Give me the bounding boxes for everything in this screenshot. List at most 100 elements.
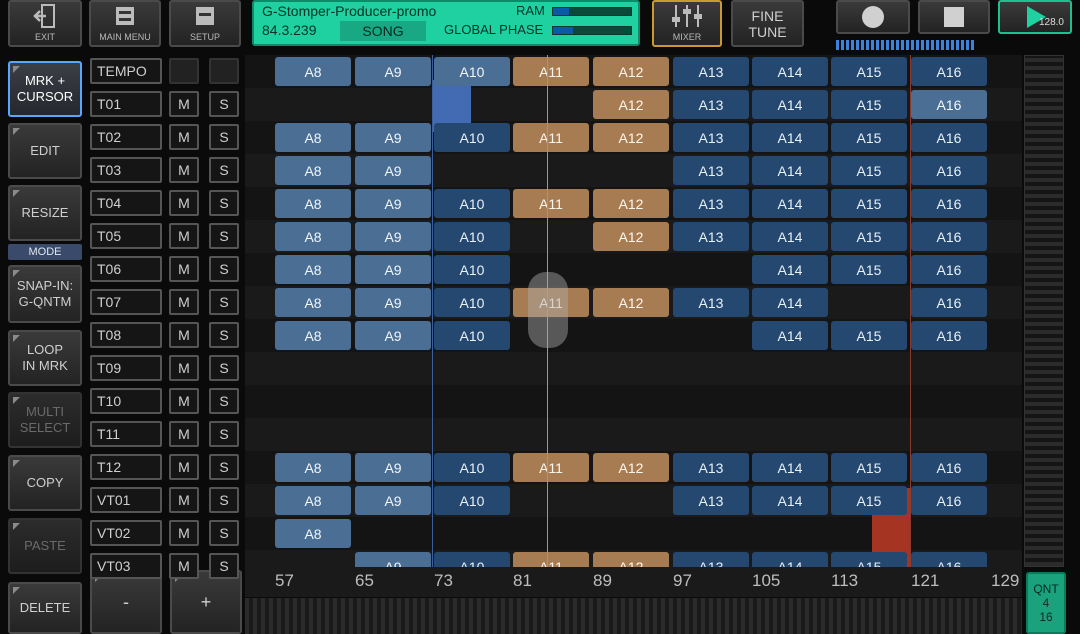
pattern-clip[interactable]: A10 [434,123,510,152]
pattern-clip[interactable]: A9 [355,156,431,185]
pattern-clip[interactable]: A10 [434,288,510,317]
pattern-clip[interactable]: A12 [593,288,669,317]
horizontal-scrollbar[interactable] [245,598,1022,634]
pattern-clip[interactable]: A14 [752,486,828,515]
pattern-clip[interactable]: A11 [513,189,589,218]
pattern-clip[interactable]: A14 [752,123,828,152]
multi-select-button[interactable]: MULTI SELECT [8,392,82,448]
track-label[interactable]: T06 [90,256,162,282]
pattern-clip[interactable]: A9 [355,255,431,284]
track-label[interactable]: VT03 [90,553,162,579]
pattern-clip[interactable]: A13 [673,123,749,152]
pattern-clip[interactable]: A12 [593,57,669,86]
pattern-clip[interactable]: A15 [831,486,907,515]
mute-button[interactable]: M [169,421,199,447]
pattern-clip[interactable]: A8 [275,222,351,251]
pattern-clip[interactable]: A10 [434,321,510,350]
setup-button[interactable]: SETUP [169,0,241,47]
pattern-clip[interactable]: A16 [911,156,987,185]
pattern-clip[interactable]: A8 [275,453,351,482]
pattern-clip[interactable]: A16 [911,222,987,251]
paste-button[interactable]: PASTE [8,518,82,574]
play-button[interactable]: 128.0 [998,0,1072,34]
solo-button[interactable]: S [209,289,239,315]
pattern-clip[interactable]: A15 [831,123,907,152]
mute-button[interactable]: M [169,553,199,579]
track-label[interactable]: T02 [90,124,162,150]
mute-button[interactable]: M [169,91,199,117]
bar-ruler[interactable]: 57 65 73 81 89 97 105 113 121 129 [245,567,1022,597]
pattern-clip[interactable]: A10 [434,57,510,86]
pattern-clip[interactable]: A14 [752,552,828,567]
pattern-clip[interactable]: A12 [593,123,669,152]
pattern-clip[interactable]: A14 [752,288,828,317]
loop-in-marker-button[interactable]: LOOP IN MRK [8,330,82,386]
pattern-clip[interactable]: A16 [911,486,987,515]
pattern-clip[interactable]: A8 [275,255,351,284]
arrangement-grid[interactable]: A8 A9 A10 A11 A12 A13 A14 A15 A16 A12 A13 A14 A15 A16… [245,55,1022,567]
mixer-button[interactable]: MIXER [652,0,722,47]
pattern-clip[interactable]: A13 [673,288,749,317]
solo-button[interactable]: S [209,553,239,579]
track-label[interactable]: T04 [90,190,162,216]
pattern-clip[interactable]: A8 [275,486,351,515]
pattern-clip[interactable]: A16 [911,255,987,284]
track-label[interactable]: VT02 [90,520,162,546]
pattern-clip[interactable]: A13 [673,453,749,482]
pattern-clip[interactable]: A14 [752,222,828,251]
track-label[interactable]: T03 [90,157,162,183]
mute-button[interactable]: M [169,190,199,216]
pattern-clip[interactable]: A13 [673,57,749,86]
mute-button[interactable]: M [169,157,199,183]
track-label[interactable]: T07 [90,289,162,315]
pattern-clip[interactable]: A14 [752,189,828,218]
stop-button[interactable] [918,0,990,34]
pattern-clip[interactable]: A9 [355,552,431,567]
pattern-clip[interactable]: A11 [513,57,589,86]
pattern-clip[interactable]: A9 [355,189,431,218]
mute-button[interactable]: M [169,355,199,381]
copy-button[interactable]: COPY [8,455,82,511]
main-menu-button[interactable]: MAIN MENU [89,0,161,47]
track-lane[interactable] [245,385,1022,418]
resize-button[interactable]: RESIZE [8,185,82,241]
track-label[interactable]: T08 [90,322,162,348]
pattern-clip[interactable]: A10 [434,486,510,515]
pattern-clip[interactable]: A8 [275,519,351,548]
pattern-clip[interactable]: A9 [355,123,431,152]
pattern-clip[interactable]: A12 [593,453,669,482]
pattern-clip[interactable]: A12 [593,552,669,567]
pattern-clip[interactable]: A13 [673,90,749,119]
mute-button[interactable]: M [169,223,199,249]
track-label[interactable]: T12 [90,454,162,480]
track-lane[interactable] [245,418,1022,451]
pattern-clip[interactable]: A9 [355,321,431,350]
track-lane[interactable] [245,352,1022,385]
pattern-clip[interactable]: A15 [831,321,907,350]
solo-button[interactable]: S [209,487,239,513]
track-label[interactable]: T09 [90,355,162,381]
pattern-clip[interactable]: A15 [831,552,907,567]
pattern-clip[interactable]: A13 [673,156,749,185]
pattern-clip[interactable]: A9 [355,57,431,86]
solo-button[interactable]: S [209,454,239,480]
delete-button[interactable]: DELETE [8,582,82,634]
fine-tune-button[interactable]: FINE TUNE [731,0,804,47]
track-label[interactable]: T11 [90,421,162,447]
pattern-clip[interactable]: A16 [911,321,987,350]
mute-button[interactable]: M [169,388,199,414]
solo-button[interactable]: S [209,157,239,183]
solo-button[interactable]: S [209,355,239,381]
pattern-clip[interactable]: A13 [673,189,749,218]
pattern-clip[interactable]: A16 [911,288,987,317]
pattern-clip[interactable]: A9 [355,486,431,515]
record-button[interactable] [836,0,910,34]
pattern-clip[interactable]: A15 [831,90,907,119]
pattern-clip[interactable]: A11 [513,552,589,567]
pattern-clip[interactable]: A16 [911,552,987,567]
solo-button[interactable]: S [209,223,239,249]
pattern-clip[interactable]: A16 [911,57,987,86]
pattern-clip[interactable]: A14 [752,57,828,86]
pattern-clip[interactable]: A14 [752,453,828,482]
solo-button[interactable]: S [209,190,239,216]
